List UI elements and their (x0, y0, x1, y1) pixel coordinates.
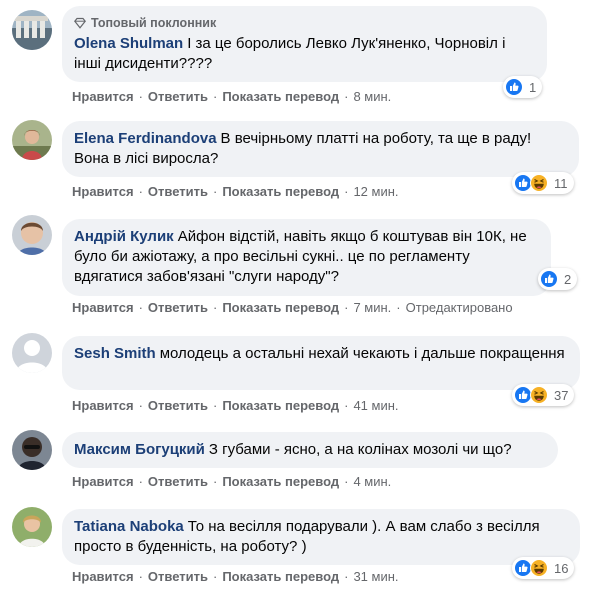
like-button[interactable]: Нравится (72, 474, 134, 489)
separator-dot: · (344, 474, 349, 489)
separator-dot: · (138, 569, 143, 584)
comment-text-block: Olena Shulman І за це боролись Левко Лук'… (74, 34, 535, 74)
comment-text-block: Sesh Smith молодець а остальні нехай чека… (74, 344, 568, 364)
comment-time[interactable]: 7 мин. (353, 300, 391, 315)
separator-dot: · (138, 474, 143, 489)
reply-button[interactable]: Ответить (148, 569, 208, 584)
top-fan-badge: Топовый поклонник (74, 14, 535, 32)
comment-time[interactable]: 31 мин. (353, 569, 398, 584)
comment-bubble: Elena Ferdinandova В вечірньому платті на… (62, 121, 579, 177)
default-avatar-icon[interactable] (12, 333, 52, 373)
separator-dot: · (344, 569, 349, 584)
reaction-summary[interactable]: 11 (512, 172, 574, 194)
avatar[interactable] (12, 215, 52, 255)
comment-bubble: Андрій Кулик Айфон відстій, навіть якщо б… (62, 219, 551, 296)
diamond-icon (74, 17, 86, 29)
avatar[interactable] (12, 507, 52, 547)
comment-text-block: Tatiana Naboka То на весілля подарували )… (74, 517, 568, 557)
comment-text-block: Максим Богуцкий З губами - ясно, а на кол… (74, 440, 546, 460)
reaction-count: 16 (554, 560, 569, 576)
separator-dot: · (138, 184, 143, 199)
badge-label: Топовый поклонник (91, 16, 217, 30)
comment-actions: Нравится · Ответить · Показать перевод · 8 мин… (72, 88, 391, 106)
comment-actions: Нравится · Ответить · Показать перевод · 41 ми… (72, 397, 399, 415)
translate-button[interactable]: Показать перевод (222, 184, 339, 199)
separator-dot: · (344, 184, 349, 199)
separator-dot: · (344, 398, 349, 413)
comment-time[interactable]: 4 мин. (353, 474, 391, 489)
comment-author[interactable]: Андрій Кулик (74, 228, 174, 245)
reaction-count: 1 (529, 79, 537, 95)
comment-time[interactable]: 8 мин. (353, 89, 391, 104)
comment-time[interactable]: 41 мин. (353, 398, 398, 413)
reaction-summary[interactable]: 2 (538, 268, 578, 290)
reaction-count: 11 (554, 175, 568, 191)
comment-bubble: Tatiana Naboka То на весілля подарували )… (62, 509, 580, 565)
comment-text-block: Elena Ferdinandova В вечірньому платті на… (74, 129, 567, 169)
like-reaction-icon (505, 78, 523, 96)
haha-reaction-icon (530, 559, 548, 577)
separator-dot: · (344, 300, 349, 315)
like-button[interactable]: Нравится (72, 184, 134, 199)
reply-button[interactable]: Ответить (148, 184, 208, 199)
comment-actions: Нравится · Ответить · Показать перевод · 7 мин… (72, 299, 513, 317)
translate-button[interactable]: Показать перевод (222, 300, 339, 315)
translate-button[interactable]: Показать перевод (222, 398, 339, 413)
avatar[interactable] (12, 430, 52, 470)
reaction-summary[interactable]: 16 (512, 557, 575, 579)
comment-author[interactable]: Tatiana Naboka (74, 518, 184, 535)
separator-dot: · (212, 474, 218, 489)
like-button[interactable]: Нравится (72, 569, 134, 584)
like-reaction-icon (540, 270, 558, 288)
haha-reaction-icon (530, 174, 548, 192)
separator-dot: · (396, 300, 401, 315)
avatar[interactable] (12, 120, 52, 160)
comment-text: З губами - ясно, а на колінах мозолі чи … (208, 441, 512, 458)
reply-button[interactable]: Ответить (148, 300, 208, 315)
like-button[interactable]: Нравится (72, 398, 134, 413)
reaction-count: 37 (554, 387, 569, 403)
separator-dot: · (138, 89, 143, 104)
comment-bubble: Топовый поклонник Olena Shulman І за це б… (62, 6, 547, 82)
translate-button[interactable]: Показать перевод (222, 569, 339, 584)
comment-author[interactable]: Sesh Smith (74, 345, 156, 362)
separator-dot: · (138, 300, 143, 315)
comment-actions: Нравится · Ответить · Показать перевод · 4 мин… (72, 473, 391, 491)
comment-author[interactable]: Elena Ferdinandova (74, 130, 217, 147)
separator-dot: · (212, 89, 218, 104)
comment-bubble: Sesh Smith молодець а остальні нехай чека… (62, 336, 580, 390)
reply-button[interactable]: Ответить (148, 89, 208, 104)
comment-bubble: Максим Богуцкий З губами - ясно, а на кол… (62, 432, 558, 468)
comment-author[interactable]: Максим Богуцкий (74, 441, 205, 458)
reply-button[interactable]: Ответить (148, 398, 208, 413)
separator-dot: · (212, 300, 218, 315)
reply-button[interactable]: Ответить (148, 474, 208, 489)
separator-dot: · (344, 89, 349, 104)
separator-dot: · (212, 184, 218, 199)
reaction-summary[interactable]: 37 (512, 384, 575, 406)
reaction-summary[interactable]: 1 (503, 76, 543, 98)
comment-actions: Нравится · Ответить · Показать перевод · 12 ми… (72, 183, 399, 201)
comment-text: молодець а остальні нехай чекають і даль… (159, 345, 565, 362)
comment-author[interactable]: Olena Shulman (74, 35, 183, 52)
separator-dot: · (138, 398, 143, 413)
comment-actions: Нравится · Ответить · Показать перевод · 31 ми… (72, 568, 399, 586)
separator-dot: · (212, 398, 218, 413)
translate-button[interactable]: Показать перевод (222, 474, 339, 489)
like-button[interactable]: Нравится (72, 89, 134, 104)
haha-reaction-icon (530, 386, 548, 404)
edited-label[interactable]: Отредактировано (406, 300, 513, 315)
reaction-count: 2 (564, 271, 572, 287)
separator-dot: · (212, 569, 218, 584)
translate-button[interactable]: Показать перевод (222, 89, 339, 104)
like-button[interactable]: Нравится (72, 300, 134, 315)
avatar[interactable] (12, 10, 52, 50)
comment-text-block: Андрій Кулик Айфон відстій, навіть якщо б… (74, 227, 539, 287)
comment-time[interactable]: 12 мин. (353, 184, 398, 199)
